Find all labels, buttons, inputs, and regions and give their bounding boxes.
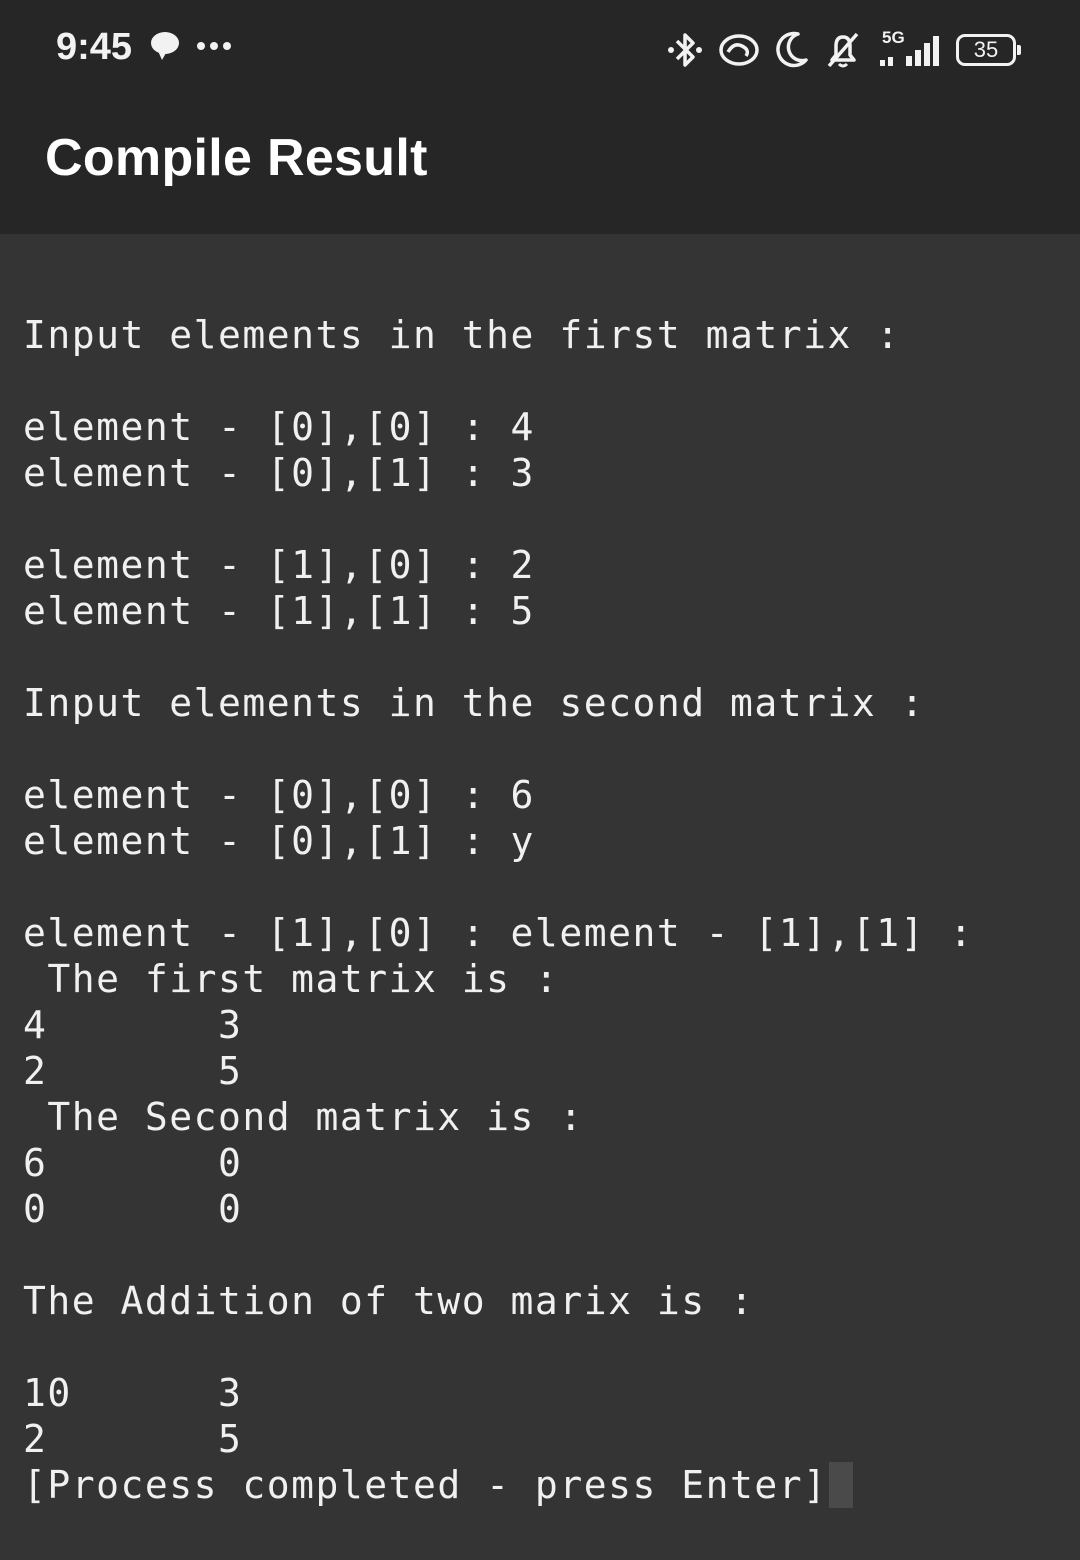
link-icon	[718, 30, 760, 70]
signal-5g-icon: 5G	[876, 28, 942, 70]
terminal-line: element - [1],[0] : 2	[23, 543, 535, 587]
battery-level: 35	[973, 37, 999, 62]
status-time: 9:45	[56, 26, 133, 68]
status-bar: 9:45 5G 35	[0, 0, 1080, 100]
app-toolbar: Compile Result	[0, 100, 1080, 234]
terminal-cursor	[829, 1462, 854, 1508]
terminal-line: The first matrix is :	[23, 957, 560, 1001]
terminal-last-line: [Process completed - press Enter]	[23, 1462, 974, 1508]
more-notifications-icon	[196, 40, 232, 52]
terminal-line: element - [1],[1] : 5	[23, 589, 535, 633]
terminal-line: 2 5	[23, 1049, 243, 1093]
terminal-line: Input elements in the first matrix :	[23, 313, 901, 357]
muted-bell-icon	[824, 30, 862, 70]
page-title: Compile Result	[45, 129, 428, 187]
terminal-line: 4 3	[23, 1003, 243, 1047]
terminal-line: 0 0	[23, 1187, 243, 1231]
terminal-text: Input elements in the first matrix : elem…	[23, 312, 974, 1508]
terminal-line: 10 3	[23, 1371, 243, 1415]
terminal-line: The Addition of two marix is :	[23, 1279, 755, 1323]
terminal-output[interactable]: Input elements in the first matrix : elem…	[0, 234, 1080, 1560]
terminal-line: element - [0],[0] : 6	[23, 773, 535, 817]
terminal-line: 2 5	[23, 1417, 243, 1461]
terminal-line: 6 0	[23, 1141, 243, 1185]
do-not-disturb-moon-icon	[774, 30, 810, 70]
terminal-line: element - [0],[1] : 3	[23, 451, 535, 495]
terminal-line: The Second matrix is :	[23, 1095, 584, 1139]
battery-icon: 35	[956, 34, 1021, 66]
terminal-line: element - [1],[0] : element - [1],[1] :	[23, 911, 974, 955]
process-completed-message: [Process completed - press Enter]	[23, 1463, 828, 1507]
terminal-line: Input elements in the second matrix :	[23, 681, 925, 725]
terminal-line: element - [0],[0] : 4	[23, 405, 535, 449]
status-left-icons	[148, 30, 232, 62]
bluetooth-icon	[666, 30, 704, 70]
message-bubble-icon	[148, 30, 182, 62]
terminal-line: element - [0],[1] : y	[23, 819, 535, 863]
status-right-icons: 5G 35	[666, 26, 1021, 74]
